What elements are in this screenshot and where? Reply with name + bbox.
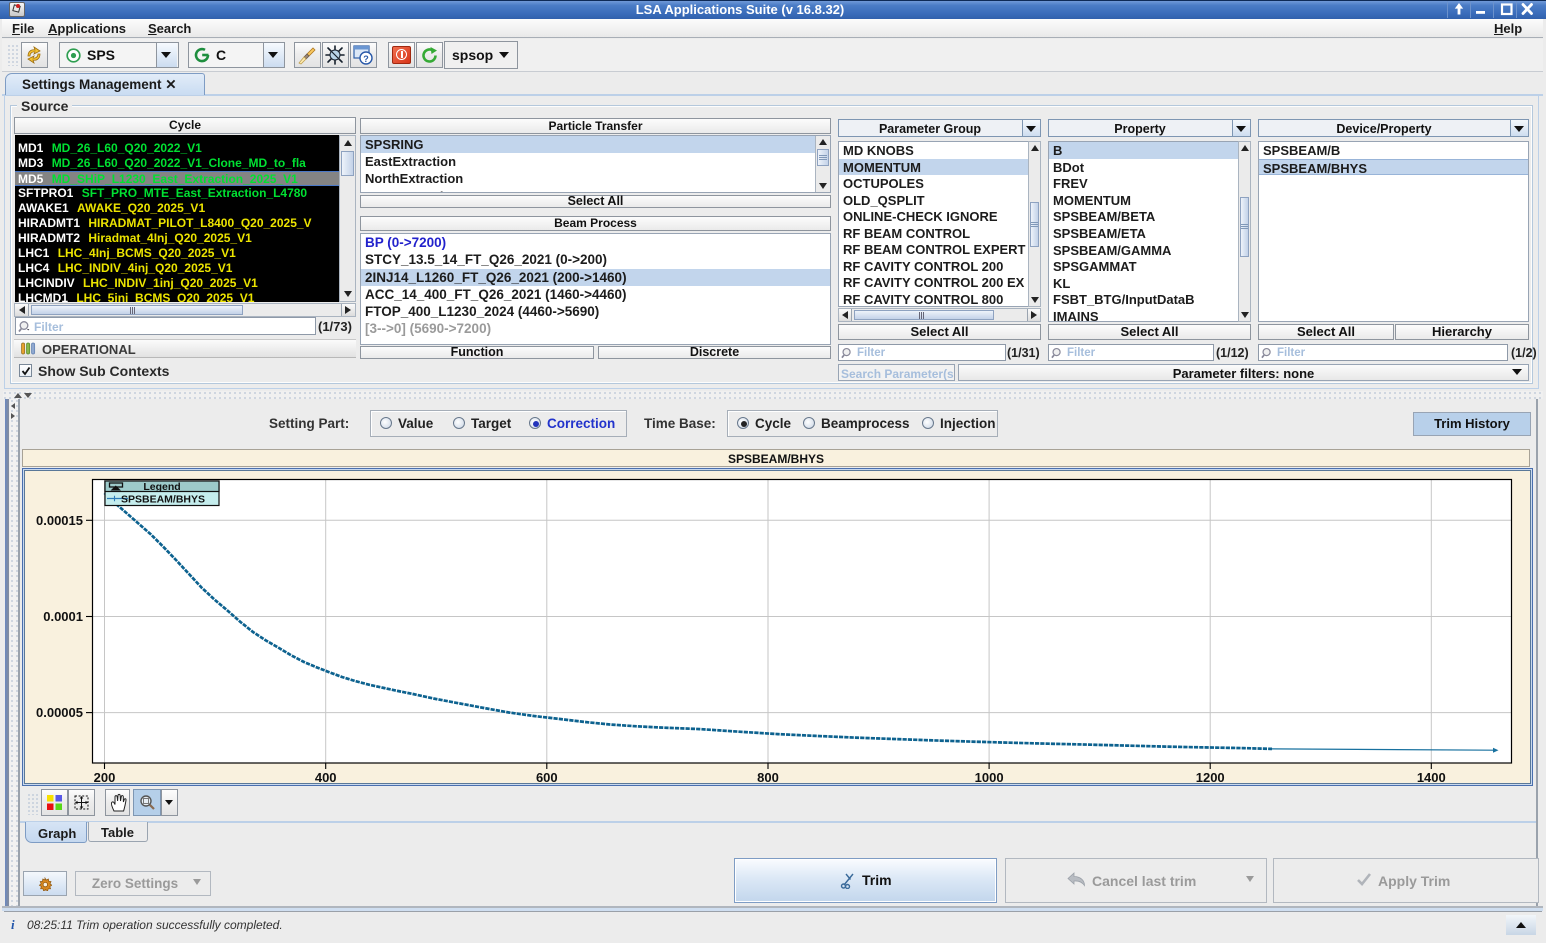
svg-text:1000: 1000 bbox=[975, 770, 1004, 785]
svg-text:?: ? bbox=[363, 54, 369, 64]
svg-text:1400: 1400 bbox=[1417, 770, 1446, 785]
svg-text:400: 400 bbox=[315, 770, 337, 785]
svg-text:800: 800 bbox=[757, 770, 779, 785]
svg-text:0.00015: 0.00015 bbox=[36, 513, 83, 528]
svg-text:600: 600 bbox=[536, 770, 558, 785]
svg-text:SPSBEAM/BHYS: SPSBEAM/BHYS bbox=[121, 494, 205, 506]
svg-text:Legend: Legend bbox=[143, 481, 180, 493]
svg-text:200: 200 bbox=[94, 770, 116, 785]
svg-text:1200: 1200 bbox=[1196, 770, 1225, 785]
svg-text:0.0001: 0.0001 bbox=[43, 609, 83, 624]
svg-text:0.00005: 0.00005 bbox=[36, 705, 83, 720]
